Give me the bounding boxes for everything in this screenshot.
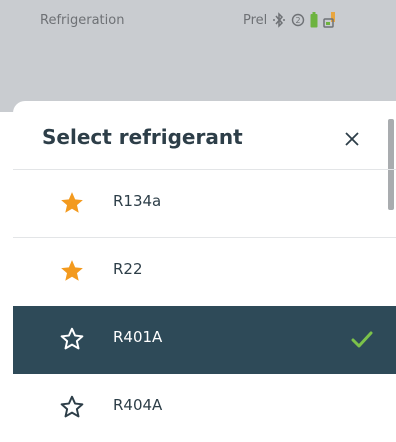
star-filled-icon[interactable] bbox=[59, 190, 85, 216]
refrigerant-label: R134a bbox=[113, 192, 162, 210]
refrigerant-item-r401a[interactable]: R401A bbox=[13, 306, 396, 374]
mode-label: Prel bbox=[243, 12, 268, 28]
select-refrigerant-dialog: Select refrigerant R134a R22 R401A R404A bbox=[13, 101, 396, 421]
battery-icon bbox=[310, 12, 318, 28]
star-outline-icon[interactable] bbox=[59, 394, 85, 420]
bluetooth-icon bbox=[272, 12, 286, 28]
refrigerant-item-r404a[interactable]: R404A bbox=[13, 374, 396, 442]
status-bar: Refrigeration Prel 2 bbox=[0, 0, 396, 42]
probe-icon bbox=[323, 12, 337, 28]
status-title: Refrigeration bbox=[40, 13, 125, 28]
checkmark-icon bbox=[351, 331, 373, 348]
star-filled-icon[interactable] bbox=[59, 258, 85, 284]
dialog-title: Select refrigerant bbox=[42, 125, 243, 149]
info-icon: 2 bbox=[291, 13, 305, 27]
svg-text:2: 2 bbox=[296, 16, 301, 25]
status-indicators: Prel 2 bbox=[243, 11, 337, 29]
refrigerant-item-r22[interactable]: R22 bbox=[13, 238, 396, 306]
refrigerant-label: R22 bbox=[113, 260, 143, 278]
star-outline-icon[interactable] bbox=[59, 326, 85, 352]
close-button[interactable] bbox=[340, 127, 364, 151]
close-icon bbox=[345, 132, 359, 146]
refrigerant-label: R401A bbox=[113, 328, 163, 346]
refrigerant-label: R404A bbox=[113, 396, 163, 414]
refrigerant-item-r134a[interactable]: R134a bbox=[13, 170, 396, 238]
